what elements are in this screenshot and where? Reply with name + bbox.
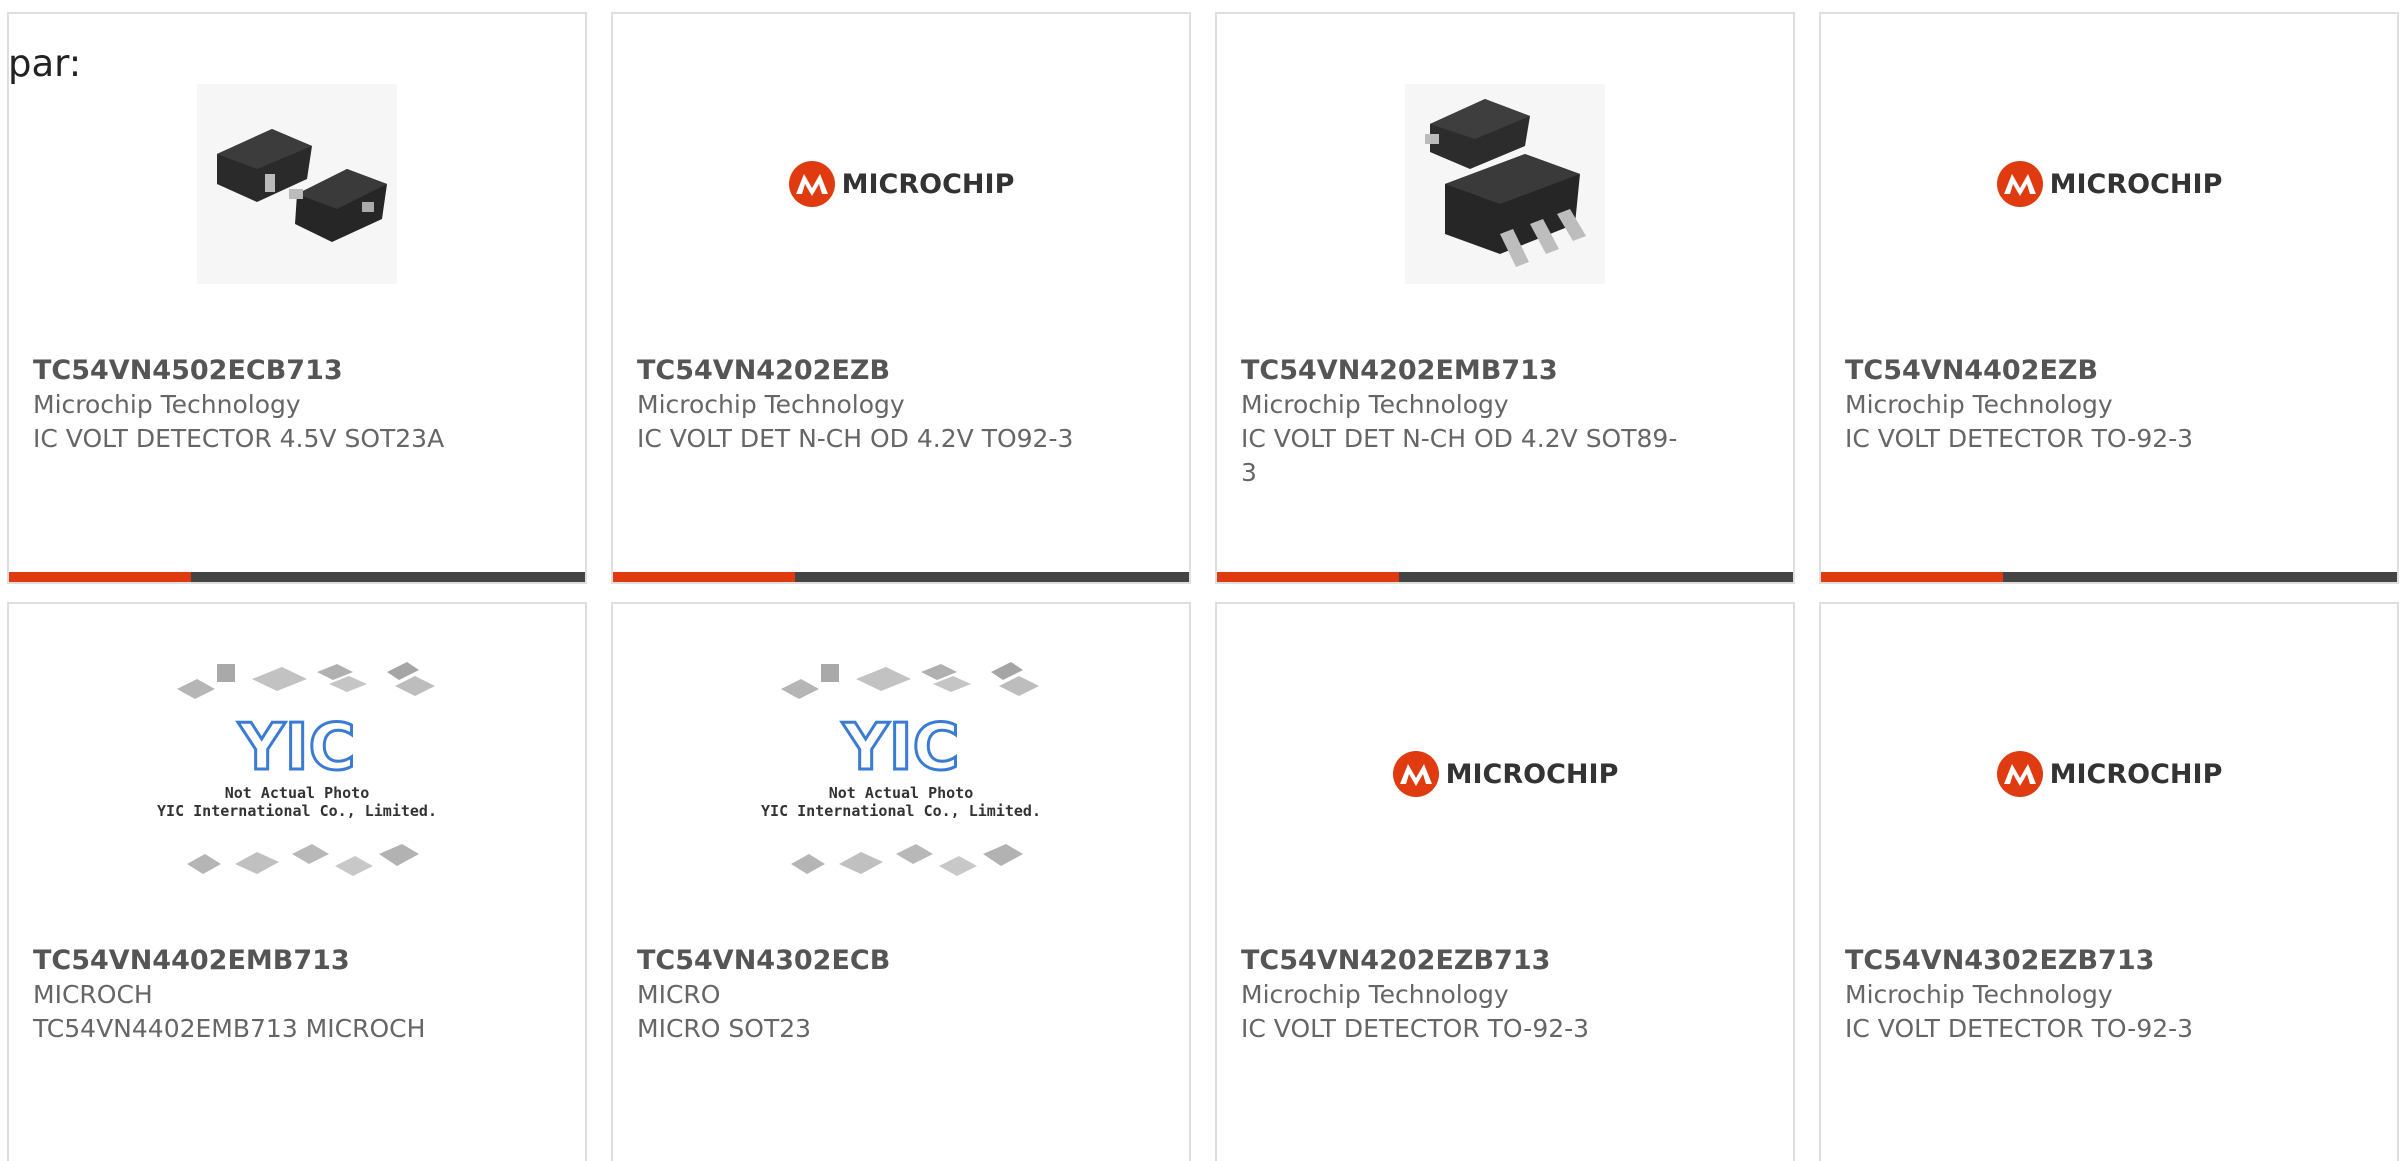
microchip-logo-icon — [1996, 751, 2043, 797]
card-bar-accent — [1217, 572, 1399, 582]
product-image[interactable]: MICROCHIP — [1217, 664, 1793, 884]
part-number-link[interactable]: TC54VN4202EZB — [637, 354, 1165, 388]
product-image[interactable]: MICROCHIP — [1821, 664, 2397, 884]
product-text: TC54VN4202EZB Microchip Technology IC VO… — [637, 354, 1165, 456]
description: IC VOLT DETECTOR 4.5V SOT23A — [33, 424, 445, 453]
part-number-link[interactable]: TC54VN4202EMB713 — [1241, 354, 1769, 388]
yic-placeholder: YIC Not Actual Photo YIC International C… — [157, 654, 437, 894]
card-bar-accent — [9, 572, 191, 582]
par-label: par: — [8, 42, 82, 85]
part-number-link[interactable]: TC54VN4202EZB713 — [1241, 944, 1769, 978]
microchip-logo: MICROCHIP — [1392, 750, 1619, 798]
logo-text: MICROCHIP — [2049, 168, 2223, 200]
microchip-logo: MICROCHIP — [788, 160, 1015, 208]
manufacturer: Microchip Technology — [1845, 980, 2113, 1009]
manufacturer: Microchip Technology — [1845, 390, 2113, 419]
description: TC54VN4402EMB713 MICROCH — [33, 1014, 426, 1043]
product-card[interactable]: YIC Not Actual Photo YIC International C… — [611, 602, 1191, 1161]
card-bar — [613, 572, 1189, 582]
product-image[interactable]: MICROCHIP — [613, 74, 1189, 294]
product-image[interactable]: YIC Not Actual Photo YIC International C… — [9, 662, 585, 884]
product-image[interactable]: MICROCHIP — [1821, 74, 2397, 294]
product-card[interactable]: MICROCHIP TC54VN4202EZB Microchip Techno… — [611, 12, 1191, 584]
part-number-link[interactable]: TC54VN4302EZB713 — [1845, 944, 2373, 978]
description: IC VOLT DETECTOR TO-92-3 — [1845, 1014, 2194, 1043]
not-actual-photo-text: Not Actual Photo YIC International Co., … — [157, 784, 437, 820]
microchip-logo-icon — [1392, 751, 1439, 797]
placeholder-line2: YIC International Co., Limited. — [761, 802, 1041, 820]
logo-text: MICROCHIP — [1445, 758, 1619, 790]
card-bar-accent — [613, 572, 795, 582]
description: IC VOLT DETECTOR TO-92-3 — [1241, 1014, 1590, 1043]
product-card[interactable]: TC54VN4202EMB713 Microchip Technology IC… — [1215, 12, 1795, 584]
chip-collage-icon: YIC — [177, 662, 435, 876]
product-image[interactable] — [1217, 74, 1793, 294]
product-grid-page: par: TC54VN4502ECB713 Microchip Technolo… — [0, 0, 2407, 1161]
manufacturer: Microchip Technology — [1241, 390, 1509, 419]
description: IC VOLT DETECTOR TO-92-3 — [1845, 424, 2194, 453]
microchip-logo: MICROCHIP — [1996, 160, 2223, 208]
part-number-link[interactable]: TC54VN4302ECB — [637, 944, 1165, 978]
product-text: TC54VN4202EZB713 Microchip Technology IC… — [1241, 944, 1769, 1046]
yic-placeholder: YIC Not Actual Photo YIC International C… — [761, 654, 1041, 894]
card-bar — [1821, 572, 2397, 582]
description: MICRO SOT23 — [637, 1014, 812, 1043]
part-number-link[interactable]: TC54VN4502ECB713 — [33, 354, 561, 388]
product-text: TC54VN4302EZB713 Microchip Technology IC… — [1845, 944, 2373, 1046]
manufacturer: Microchip Technology — [637, 390, 905, 419]
product-text: TC54VN4302ECB MICRO MICRO SOT23 — [637, 944, 1165, 1046]
sot89-photo-icon — [1405, 84, 1605, 284]
microchip-logo: MICROCHIP — [1996, 750, 2223, 798]
manufacturer: Microchip Technology — [33, 390, 301, 419]
product-card[interactable]: MICROCHIP TC54VN4302EZB713 Microchip Tec… — [1819, 602, 2399, 1161]
logo-text: MICROCHIP — [2049, 758, 2223, 790]
microchip-logo-icon — [1996, 161, 2043, 207]
product-card[interactable]: MICROCHIP TC54VN4202EZB713 Microchip Tec… — [1215, 602, 1795, 1161]
logo-text: MICROCHIP — [841, 168, 1015, 200]
placeholder-line1: Not Actual Photo — [828, 784, 974, 802]
product-text: TC54VN4402EMB713 MICROCH TC54VN4402EMB71… — [33, 944, 561, 1046]
yic-brand-text: YIC — [237, 711, 355, 785]
product-card[interactable]: TC54VN4502ECB713 Microchip Technology IC… — [7, 12, 587, 584]
manufacturer: Microchip Technology — [1241, 980, 1509, 1009]
card-bar — [9, 572, 585, 582]
product-image[interactable]: YIC Not Actual Photo YIC International C… — [613, 662, 1189, 884]
yic-brand-text: YIC — [841, 711, 959, 785]
placeholder-line2: YIC International Co., Limited. — [157, 802, 437, 820]
placeholder-line1: Not Actual Photo — [224, 784, 370, 802]
manufacturer: MICROCH — [33, 980, 153, 1009]
product-card[interactable]: YIC Not Actual Photo YIC International C… — [7, 602, 587, 1161]
product-grid: TC54VN4502ECB713 Microchip Technology IC… — [7, 12, 2399, 1161]
sot23-photo-icon — [197, 84, 397, 284]
microchip-logo-icon — [788, 161, 835, 207]
description: IC VOLT DET N-CH OD 4.2V SOT89-3 — [1241, 424, 1678, 487]
product-text: TC54VN4202EMB713 Microchip Technology IC… — [1241, 354, 1769, 490]
product-text: TC54VN4402EZB Microchip Technology IC VO… — [1845, 354, 2373, 456]
chip-collage-icon: YIC — [781, 662, 1039, 876]
manufacturer: MICRO — [637, 980, 721, 1009]
part-number-link[interactable]: TC54VN4402EMB713 — [33, 944, 561, 978]
part-number-link[interactable]: TC54VN4402EZB — [1845, 354, 2373, 388]
description: IC VOLT DET N-CH OD 4.2V TO92-3 — [637, 424, 1074, 453]
card-bar — [1217, 572, 1793, 582]
product-image[interactable] — [9, 74, 585, 294]
not-actual-photo-text: Not Actual Photo YIC International Co., … — [761, 784, 1041, 820]
product-text: TC54VN4502ECB713 Microchip Technology IC… — [33, 354, 561, 456]
product-card[interactable]: MICROCHIP TC54VN4402EZB Microchip Techno… — [1819, 12, 2399, 584]
card-bar-accent — [1821, 572, 2003, 582]
